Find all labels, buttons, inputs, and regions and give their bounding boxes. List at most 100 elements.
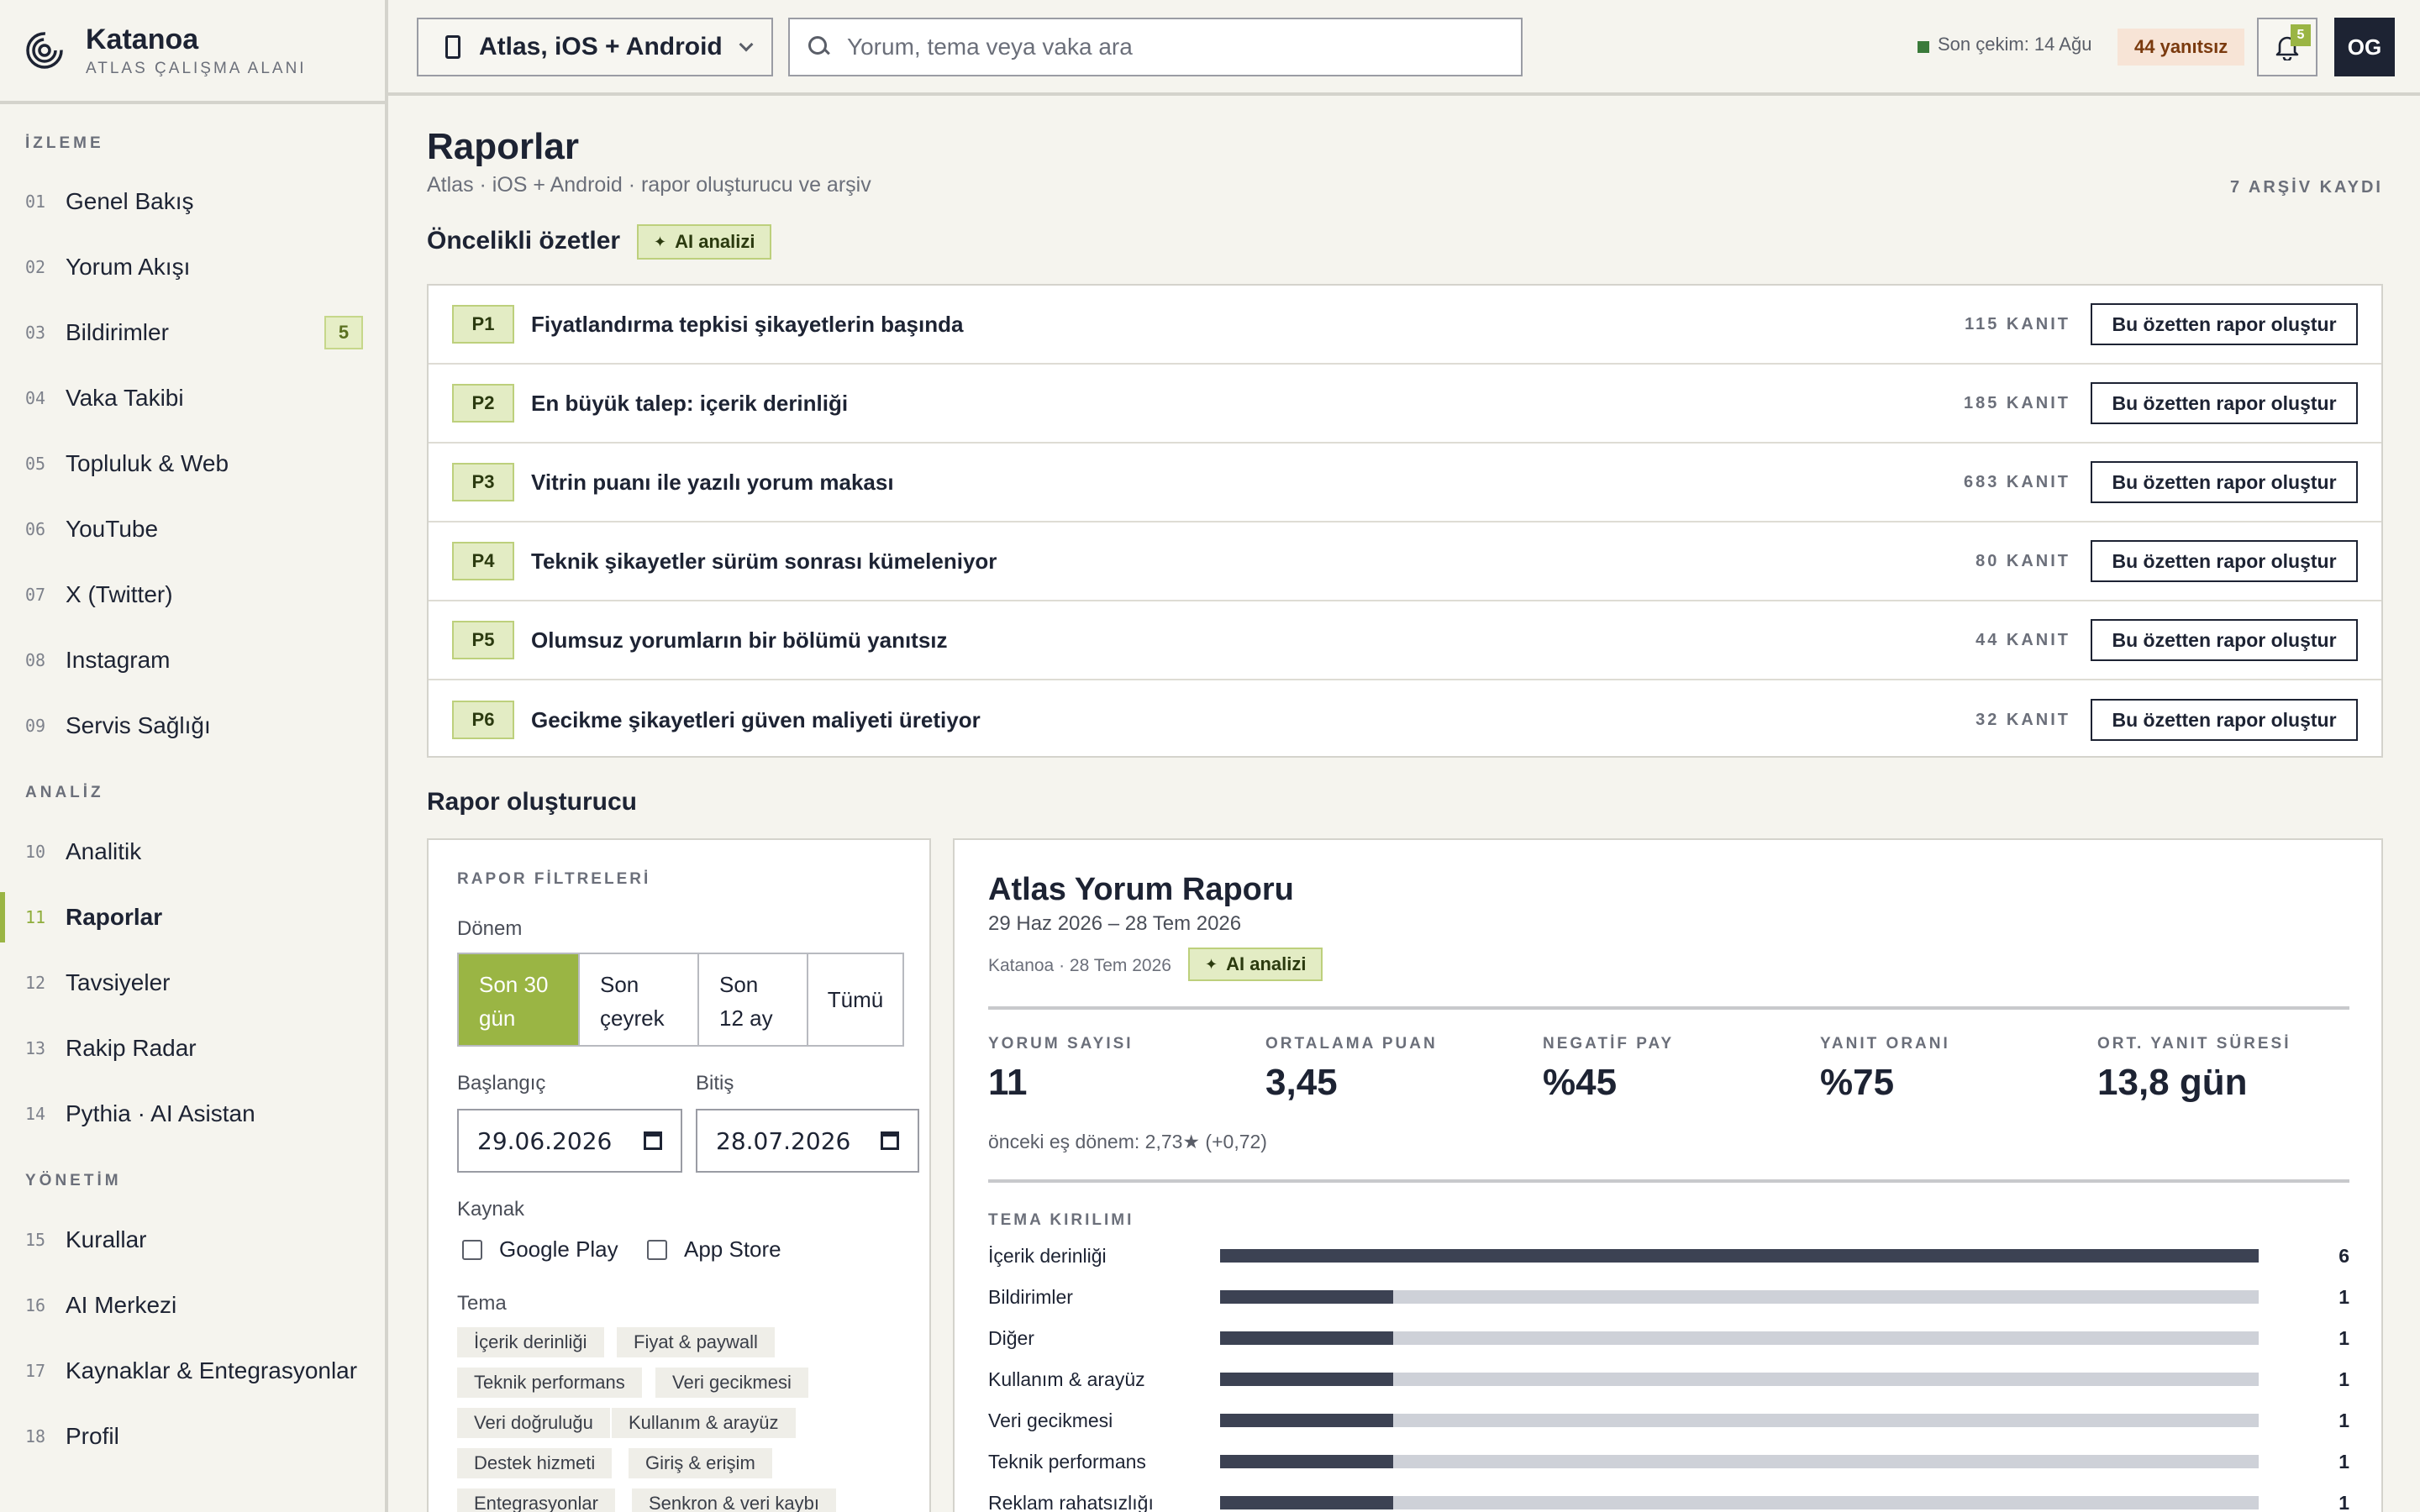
sidebar-item[interactable]: 02 Yorum Akışı — [0, 242, 385, 292]
sidebar-item[interactable]: 13 Rakip Radar — [0, 1023, 385, 1074]
user-avatar[interactable]: OG — [2334, 18, 2395, 76]
theme-tag[interactable]: Kullanım & arayüz — [612, 1408, 796, 1438]
sidebar-item[interactable]: 15 Kurallar — [0, 1215, 385, 1265]
checkbox[interactable] — [462, 1239, 482, 1260]
sidebar-item[interactable]: 18 Profil — [0, 1411, 385, 1462]
sidebar-item[interactable]: 11 Raporlar — [0, 892, 385, 942]
search-input[interactable] — [847, 34, 1502, 60]
sidebar-item[interactable]: 07 X (Twitter) — [0, 570, 385, 620]
sidebar-item[interactable]: 09 Servis Sağlığı — [0, 701, 385, 751]
priority-tag: P2 — [452, 384, 514, 423]
notifications-button[interactable]: 5 — [2257, 18, 2317, 76]
summary-text[interactable]: Fiyatlandırma tepkisi şikayetlerin başın… — [531, 312, 963, 338]
theme-name: Teknik performans — [988, 1450, 1146, 1473]
project-selector[interactable]: Atlas, iOS + Android — [417, 18, 773, 76]
summary-text[interactable]: Vitrin puanı ile yazılı yorum makası — [531, 470, 894, 496]
nav-item-label: Yorum Akışı — [66, 254, 191, 280]
theme-bar-track — [1220, 1373, 2259, 1386]
source-app-store-label: App Store — [684, 1236, 781, 1262]
start-date-input[interactable]: 29.06.2026 — [457, 1109, 682, 1173]
theme-count: 1 — [2338, 1326, 2349, 1349]
calendar-icon[interactable] — [644, 1131, 662, 1150]
priority-summary-row: P4 Teknik şikayetler sürüm sonrası kümele… — [429, 522, 2381, 601]
nav-item-label: Raporlar — [66, 904, 163, 930]
source-google-play-label: Google Play — [499, 1236, 618, 1262]
sidebar-item[interactable]: 05 Topluluk & Web — [0, 438, 385, 489]
theme-row: Veri gecikmesi 1 — [988, 1408, 2349, 1433]
theme-count: 1 — [2338, 1368, 2349, 1390]
checkbox[interactable] — [647, 1239, 667, 1260]
theme-tag[interactable]: Veri doğruluğu — [457, 1408, 610, 1438]
nav-item-label: Rakip Radar — [66, 1035, 197, 1061]
search-icon — [808, 36, 830, 58]
priority-summary-list: P1 Fiyatlandırma tepkisi şikayetlerin baş… — [427, 284, 2383, 758]
sidebar-item[interactable]: 04 Vaka Takibi — [0, 373, 385, 423]
summary-text[interactable]: Teknik şikayetler sürüm sonrası kümeleni… — [531, 549, 997, 575]
theme-tag[interactable]: Teknik performans — [457, 1368, 642, 1398]
evidence-count: 32 KANIT — [1975, 710, 2070, 729]
sidebar-item[interactable]: 08 Instagram — [0, 635, 385, 685]
generate-report-button[interactable]: Bu özetten rapor oluştur — [2091, 619, 2358, 661]
theme-tag[interactable]: Giriş & erişim — [629, 1448, 772, 1478]
ai-analysis-chip: ✦ AI analizi — [637, 224, 772, 260]
theme-tag[interactable]: Fiyat & paywall — [617, 1327, 775, 1357]
archive-count[interactable]: 7 ARŞİV KAYDI — [2230, 178, 2383, 197]
sidebar-item[interactable]: 01 Genel Bakış — [0, 176, 385, 227]
sidebar-item[interactable]: 10 Analitik — [0, 827, 385, 877]
source-app-store-checkbox[interactable]: App Store — [647, 1236, 781, 1263]
period-option[interactable]: Son çeyrek — [580, 954, 699, 1045]
evidence-count: 44 KANIT — [1975, 630, 2070, 649]
period-segmented-control: Son 30 gün Son çeyrek Son 12 ay Tümü — [457, 953, 904, 1047]
sidebar-item[interactable]: 17 Kaynaklar & Entegrasyonlar — [0, 1346, 385, 1396]
theme-tag[interactable]: İçerik derinliği — [457, 1327, 604, 1357]
nav-item-number: 08 — [25, 650, 46, 670]
nav-item-number: 10 — [25, 842, 46, 862]
brand[interactable]: Katanoa ATLAS ÇALIŞMA ALANI — [0, 0, 385, 104]
sidebar-item[interactable]: 03 Bildirimler 5 — [0, 307, 385, 358]
generate-report-button[interactable]: Bu özetten rapor oluştur — [2091, 461, 2358, 503]
topbar: Atlas, iOS + Android Son çekim: 14 Ağu 4… — [388, 0, 2420, 96]
nav-item-number: 14 — [25, 1104, 46, 1124]
period-option[interactable]: Son 30 gün — [459, 954, 580, 1045]
nav-item-label: Bildirimler — [66, 319, 169, 345]
theme-name: Kullanım & arayüz — [988, 1368, 1145, 1390]
sidebar-item[interactable]: 06 YouTube — [0, 504, 385, 554]
priority-summaries-title: Öncelikli özetler — [427, 227, 621, 255]
start-date-value: 29.06.2026 — [477, 1126, 613, 1155]
summary-text[interactable]: En büyük talep: içerik derinliği — [531, 391, 848, 417]
summary-text[interactable]: Olumsuz yorumların bir bölümü yanıtsız — [531, 627, 948, 654]
theme-bar-fill — [1220, 1414, 1393, 1427]
generate-report-button[interactable]: Bu özetten rapor oluştur — [2091, 382, 2358, 424]
nav-item-number: 11 — [25, 907, 46, 927]
sidebar-item[interactable]: 14 Pythia · AI Asistan — [0, 1089, 385, 1139]
priority-summary-row: P2 En büyük talep: içerik derinliği 185 KA… — [429, 365, 2381, 444]
end-date-input[interactable]: 28.07.2026 — [696, 1109, 919, 1173]
generate-report-button[interactable]: Bu özetten rapor oluştur — [2091, 540, 2358, 582]
generate-report-button[interactable]: Bu özetten rapor oluştur — [2091, 303, 2358, 345]
sidebar-item[interactable]: 12 Tavsiyeler — [0, 958, 385, 1008]
unanswered-badge[interactable]: 44 yanıtsız — [2118, 29, 2245, 66]
search-box — [788, 18, 1523, 76]
period-option[interactable]: Son 12 ay — [699, 954, 808, 1045]
nav-item-label: Vaka Takibi — [66, 385, 184, 411]
summary-text[interactable]: Gecikme şikayetleri güven maliyeti üreti… — [531, 707, 981, 733]
brand-subtitle: ATLAS ÇALIŞMA ALANI — [86, 59, 307, 77]
theme-bar-fill — [1220, 1249, 2259, 1263]
period-option[interactable]: Tümü — [808, 954, 902, 1045]
source-google-play-checkbox[interactable]: Google Play — [462, 1236, 618, 1263]
calendar-icon[interactable] — [881, 1131, 899, 1150]
page-title: Raporlar — [427, 126, 579, 167]
theme-tag[interactable]: Senkron & veri kaybı — [632, 1488, 836, 1512]
kpi-avg-response-time: ORT. YANIT SÜRESİ 13,8 gün — [2097, 1035, 2291, 1104]
report-ai-label: AI analizi — [1226, 953, 1307, 974]
nav-item-label: X (Twitter) — [66, 581, 173, 607]
theme-tag[interactable]: Veri gecikmesi — [655, 1368, 808, 1398]
evidence-count: 683 KANIT — [1963, 472, 2070, 491]
sidebar-item[interactable]: 16 AI Merkezi — [0, 1280, 385, 1331]
priority-tag: P1 — [452, 305, 514, 344]
theme-tag[interactable]: Destek hizmeti — [457, 1448, 613, 1478]
generate-report-button[interactable]: Bu özetten rapor oluştur — [2091, 699, 2358, 741]
theme-tag[interactable]: Entegrasyonlar — [457, 1488, 615, 1512]
report-title: Atlas Yorum Raporu — [988, 872, 1294, 907]
kpi-value: 11 — [988, 1062, 1028, 1103]
